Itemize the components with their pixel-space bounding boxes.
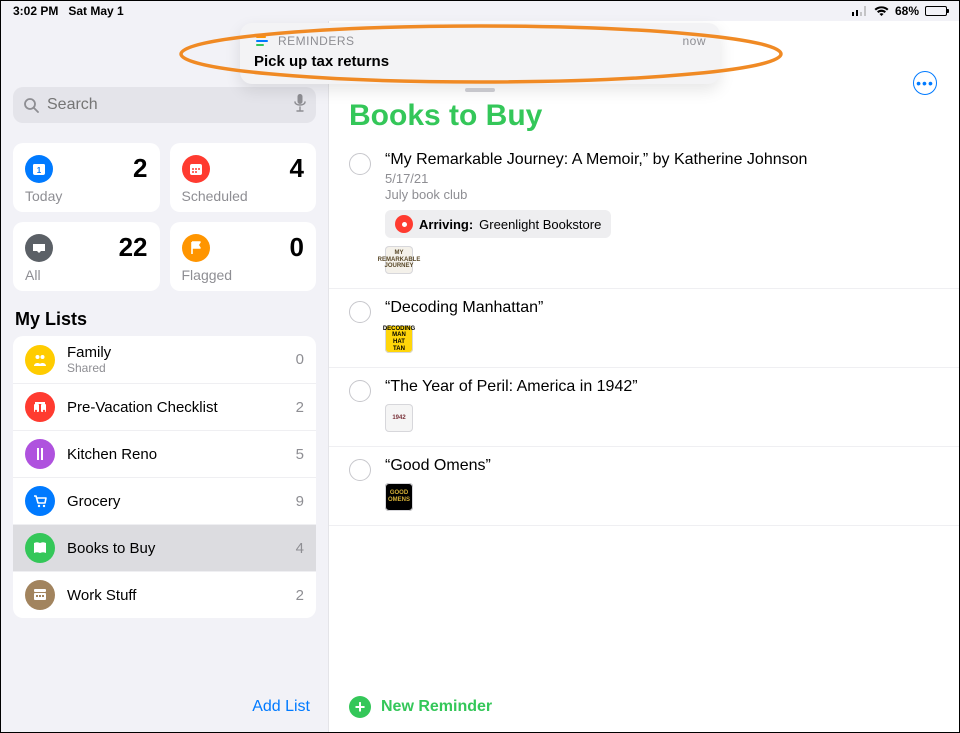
status-bar: 3:02 PM Sat May 1 68% bbox=[1, 1, 959, 21]
notification-app-name: REMINDERS bbox=[278, 34, 355, 48]
card-today[interactable]: 1 2 Today bbox=[13, 143, 160, 212]
list-sub: Shared bbox=[67, 361, 284, 375]
notification-body: Pick up tax returns bbox=[254, 53, 706, 70]
plus-circle-icon: + bbox=[349, 696, 371, 718]
list-icon bbox=[25, 439, 55, 469]
list-name: Pre-Vacation Checklist bbox=[67, 399, 284, 416]
add-list-button[interactable]: Add List bbox=[13, 684, 316, 732]
list-count: 2 bbox=[296, 399, 304, 416]
reminder-item[interactable]: “Decoding Manhattan” DECODINGMANHATTAN bbox=[329, 289, 959, 368]
list-row[interactable]: FamilyShared 0 bbox=[13, 336, 316, 384]
ellipsis-icon: ••• bbox=[916, 76, 934, 90]
complete-circle[interactable] bbox=[349, 380, 371, 402]
complete-circle[interactable] bbox=[349, 459, 371, 481]
list-icon bbox=[25, 392, 55, 422]
reminder-thumbnail: DECODINGMANHATTAN bbox=[385, 325, 413, 353]
card-scheduled[interactable]: 4 Scheduled bbox=[170, 143, 317, 212]
location-chip[interactable]: Arriving: Greenlight Bookstore bbox=[385, 210, 611, 238]
search-field[interactable] bbox=[13, 87, 316, 123]
card-scheduled-label: Scheduled bbox=[182, 188, 305, 204]
list-count: 4 bbox=[296, 540, 304, 557]
calendar-icon bbox=[182, 155, 210, 183]
reminder-title: “Decoding Manhattan” bbox=[385, 299, 939, 317]
main-panel: ••• Books to Buy “My Remarkable Journey:… bbox=[329, 21, 959, 732]
list-name: Kitchen Reno bbox=[67, 446, 284, 463]
card-today-label: Today bbox=[25, 188, 148, 204]
battery-text: 68% bbox=[895, 4, 919, 18]
list-name: Work Stuff bbox=[67, 587, 284, 604]
list-count: 0 bbox=[296, 351, 304, 368]
reminder-title: “The Year of Peril: America in 1942” bbox=[385, 378, 939, 396]
wifi-icon bbox=[874, 6, 889, 17]
flag-icon bbox=[182, 234, 210, 262]
reminder-note: July book club bbox=[385, 187, 939, 202]
complete-circle[interactable] bbox=[349, 301, 371, 323]
list-name: Grocery bbox=[67, 493, 284, 510]
card-flagged-count: 0 bbox=[290, 232, 304, 263]
card-flagged-label: Flagged bbox=[182, 267, 305, 283]
list-name: Books to Buy bbox=[67, 540, 284, 557]
list-count: 5 bbox=[296, 446, 304, 463]
location-pin-icon bbox=[395, 215, 413, 233]
more-button[interactable]: ••• bbox=[913, 71, 937, 95]
cell-signal-icon bbox=[852, 6, 868, 16]
battery-icon bbox=[925, 6, 947, 16]
new-reminder-button[interactable]: + New Reminder bbox=[329, 684, 959, 732]
list-icon bbox=[25, 486, 55, 516]
list-row[interactable]: Pre-Vacation Checklist 2 bbox=[13, 384, 316, 431]
list-count: 2 bbox=[296, 587, 304, 604]
chip-prefix: Arriving: bbox=[419, 217, 473, 232]
card-all-count: 22 bbox=[119, 232, 148, 263]
reminder-item[interactable]: “Good Omens” GOODOMENS bbox=[329, 447, 959, 526]
list-row[interactable]: Books to Buy 4 bbox=[13, 525, 316, 572]
status-time: 3:02 PM bbox=[13, 4, 58, 18]
reminder-thumbnail: GOODOMENS bbox=[385, 483, 413, 511]
svg-text:1: 1 bbox=[37, 166, 42, 175]
notification-banner[interactable]: REMINDERS now Pick up tax returns bbox=[240, 23, 720, 84]
reminder-item[interactable]: “My Remarkable Journey: A Memoir,” by Ka… bbox=[329, 141, 959, 289]
reminder-date: 5/17/21 bbox=[385, 171, 939, 186]
notification-time: now bbox=[682, 34, 706, 48]
list-name: FamilyShared bbox=[67, 344, 284, 375]
complete-circle[interactable] bbox=[349, 153, 371, 175]
card-all-label: All bbox=[25, 267, 148, 283]
card-scheduled-count: 4 bbox=[290, 153, 304, 184]
list-icon bbox=[25, 533, 55, 563]
card-today-count: 2 bbox=[133, 153, 147, 184]
reminder-title: “Good Omens” bbox=[385, 457, 939, 475]
new-reminder-label: New Reminder bbox=[381, 698, 492, 716]
search-input[interactable] bbox=[39, 96, 294, 114]
notification-grabber[interactable] bbox=[465, 88, 495, 92]
search-icon bbox=[23, 97, 39, 113]
list-row[interactable]: Grocery 9 bbox=[13, 478, 316, 525]
chip-location: Greenlight Bookstore bbox=[479, 217, 601, 232]
reminder-thumbnail: MYREMARKABLEJOURNEY bbox=[385, 246, 413, 274]
mylists-heading: My Lists bbox=[15, 309, 314, 330]
status-date: Sat May 1 bbox=[68, 4, 123, 18]
list-count: 9 bbox=[296, 493, 304, 510]
reminder-thumbnail: 1942 bbox=[385, 404, 413, 432]
mic-icon[interactable] bbox=[294, 94, 306, 117]
sidebar: 1 2 Today 4 Scheduled bbox=[1, 21, 329, 732]
list-row[interactable]: Kitchen Reno 5 bbox=[13, 431, 316, 478]
reminders-app-icon bbox=[254, 33, 270, 49]
mylists: FamilyShared 0 Pre-Vacation Checklist 2 Kitc… bbox=[13, 336, 316, 618]
card-flagged[interactable]: 0 Flagged bbox=[170, 222, 317, 291]
reminder-items: “My Remarkable Journey: A Memoir,” by Ka… bbox=[329, 141, 959, 684]
inbox-icon bbox=[25, 234, 53, 262]
reminder-item[interactable]: “The Year of Peril: America in 1942” 1942 bbox=[329, 368, 959, 447]
list-icon bbox=[25, 345, 55, 375]
list-row[interactable]: Work Stuff 2 bbox=[13, 572, 316, 618]
calendar-today-icon: 1 bbox=[25, 155, 53, 183]
list-icon bbox=[25, 580, 55, 610]
card-all[interactable]: 22 All bbox=[13, 222, 160, 291]
reminder-title: “My Remarkable Journey: A Memoir,” by Ka… bbox=[385, 151, 939, 169]
